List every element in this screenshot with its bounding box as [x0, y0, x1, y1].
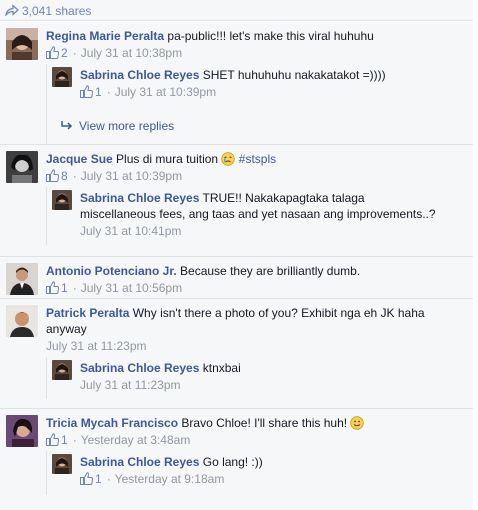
comment-text: Because they are brilliantly dumb. — [180, 264, 361, 278]
crying-face-emoji — [221, 152, 236, 166]
reply-time[interactable]: July 31 at 10:39pm — [115, 85, 216, 99]
comment-author[interactable]: Patrick Peralta — [46, 306, 129, 320]
comment-author[interactable]: Jacque Sue — [46, 152, 113, 166]
reply-text-line1: TRUE!! Nakakapagtaka talaga — [202, 191, 365, 205]
comment-meta: July 31 at 11:23pm — [46, 338, 466, 354]
comment-time[interactable]: July 31 at 10:56pm — [81, 281, 182, 295]
replies: Sabrina Chloe Reyes ktnxbai July 31 at 1… — [46, 357, 473, 399]
reply-meta: July 31 at 11:23pm — [80, 377, 470, 393]
reply-text: SHET huhuhuhu nakakatakot =)))) — [202, 68, 386, 82]
avatar[interactable] — [6, 28, 38, 60]
comment-time[interactable]: July 31 at 10:38pm — [81, 46, 182, 60]
avatar[interactable] — [6, 305, 38, 337]
comment-text-line2: anyway — [46, 322, 87, 336]
comment-author[interactable]: Regina Marie Peralta — [46, 29, 164, 43]
comment: Tricia Mycah Francisco Bravo Chloe! I'll… — [0, 408, 473, 508]
comment-text: Plus di mura tuition — [116, 152, 219, 166]
reply-text: Go lang! :)) — [202, 455, 263, 469]
avatar[interactable] — [6, 415, 38, 447]
reply-text-line2: miscellaneous fees, ang taas and yet nas… — [80, 207, 436, 221]
comment-text: Bravo Chloe! I'll share this huh! — [181, 416, 348, 430]
hashtag[interactable]: #stspls — [239, 152, 276, 166]
thumbs-up-icon[interactable] — [46, 169, 59, 182]
reply: Sabrina Chloe Reyes SHET huhuhuhu nakaka… — [47, 64, 474, 104]
avatar[interactable] — [6, 151, 38, 183]
reply-meta: 1 · July 31 at 10:39pm — [80, 84, 470, 100]
like-count[interactable]: 1 — [61, 281, 68, 295]
comment: Antonio Potenciano Jr. Because they are … — [0, 256, 473, 298]
reply-author[interactable]: Sabrina Chloe Reyes — [80, 455, 199, 469]
thumbs-up-icon[interactable] — [80, 472, 93, 485]
shares-bar[interactable]: 3,041 shares — [0, 0, 473, 21]
comment-meta: 2 · July 31 at 10:38pm — [46, 45, 466, 61]
thumbs-up-icon[interactable] — [46, 281, 59, 294]
like-count[interactable]: 1 — [61, 433, 68, 447]
avatar[interactable] — [52, 190, 72, 210]
reply-time[interactable]: Yesterday at 9:18am — [115, 472, 225, 486]
reply-time[interactable]: July 31 at 11:23pm — [80, 378, 181, 392]
replies: Sabrina Chloe Reyes Go lang! :)) 1 · Yeste… — [46, 451, 473, 495]
comment-meta: 1 · July 31 at 10:56pm — [46, 280, 466, 296]
shares-count[interactable]: 3,041 shares — [22, 4, 91, 18]
reply-author[interactable]: Sabrina Chloe Reyes — [80, 361, 199, 375]
comment-text: pa-public!!! let's make this viral huhuh… — [167, 29, 374, 43]
comment: Regina Marie Peralta pa-public!!! let's … — [0, 22, 473, 152]
view-more-label[interactable]: View more replies — [79, 119, 174, 133]
reply: Sabrina Chloe Reyes TRUE!! Nakakapagtaka… — [47, 187, 474, 245]
like-count[interactable]: 1 — [95, 85, 102, 99]
like-count[interactable]: 2 — [61, 46, 68, 60]
reply-author[interactable]: Sabrina Chloe Reyes — [80, 68, 199, 82]
reply-time[interactable]: July 31 at 10:41pm — [80, 224, 181, 238]
comment-author[interactable]: Antonio Potenciano Jr. — [46, 264, 177, 278]
comment-time[interactable]: July 31 at 11:23pm — [46, 339, 147, 353]
avatar[interactable] — [52, 454, 72, 474]
replies: Sabrina Chloe Reyes SHET huhuhuhu nakaka… — [46, 64, 473, 144]
smile-emoji — [350, 416, 365, 430]
comment-meta: 1 · Yesterday at 3:48am — [46, 432, 466, 448]
replies: Sabrina Chloe Reyes TRUE!! Nakakapagtaka… — [46, 187, 473, 245]
comment-time[interactable]: July 31 at 10:39pm — [81, 169, 182, 183]
reply-meta: 1 · Yesterday at 9:18am — [80, 471, 470, 487]
comments-list: Regina Marie Peralta pa-public!!! let's … — [0, 22, 473, 510]
comment-text-line1: Why isn't there a photo of you? Exhibit … — [132, 306, 425, 320]
reply: Sabrina Chloe Reyes Go lang! :)) 1 · Yeste… — [47, 451, 474, 495]
comment-meta: 8 · July 31 at 10:39pm — [46, 168, 466, 184]
reply-meta: July 31 at 10:41pm — [80, 223, 470, 239]
avatar[interactable] — [6, 263, 38, 295]
avatar[interactable] — [52, 67, 72, 87]
thumbs-up-icon[interactable] — [46, 46, 59, 59]
comment: Jacque Sue Plus di mura tuition #stspls … — [0, 144, 473, 266]
like-count[interactable]: 1 — [95, 472, 102, 486]
comment-author[interactable]: Tricia Mycah Francisco — [46, 416, 178, 430]
comment-time[interactable]: Yesterday at 3:48am — [81, 433, 191, 447]
reply-arrow-icon — [61, 121, 73, 130]
thumbs-up-icon[interactable] — [80, 85, 93, 98]
reply: Sabrina Chloe Reyes ktnxbai July 31 at 1… — [47, 357, 474, 399]
avatar[interactable] — [52, 360, 72, 380]
share-arrow-icon — [5, 4, 19, 16]
reply-author[interactable]: Sabrina Chloe Reyes — [80, 191, 199, 205]
like-count[interactable]: 8 — [61, 169, 68, 183]
thumbs-up-icon[interactable] — [46, 433, 59, 446]
comment: Patrick Peralta Why isn't there a photo … — [0, 298, 473, 408]
reply-text: ktnxbai — [202, 361, 241, 375]
view-more-replies[interactable]: View more replies — [61, 118, 174, 134]
